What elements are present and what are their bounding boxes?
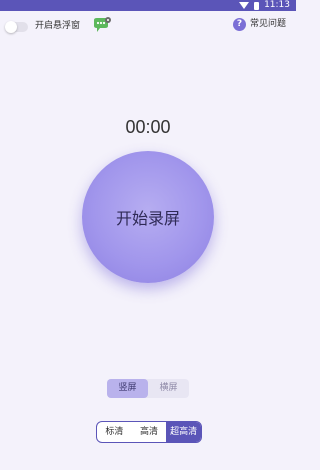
float-window-toggle[interactable]	[5, 21, 28, 33]
faq-link[interactable]: ? 常见问题	[232, 18, 286, 31]
quality-ultra[interactable]: 超高清	[166, 422, 201, 442]
start-recording-button[interactable]: 开始录屏	[82, 151, 214, 283]
quality-high[interactable]: 高清	[132, 422, 167, 442]
status-bar: 11:13	[0, 0, 296, 11]
toggle-knob	[5, 21, 17, 33]
float-window-label: 开启悬浮窗	[35, 21, 81, 31]
orientation-landscape[interactable]: 横屏	[148, 379, 189, 398]
recording-timer: 00:00	[125, 117, 171, 137]
wifi-icon	[239, 2, 250, 9]
status-indicators: 11:13	[239, 0, 290, 11]
question-mark-icon: ?	[232, 18, 246, 31]
faq-label: 常见问题	[249, 19, 286, 29]
battery-icon	[254, 1, 260, 10]
quality-selector: 标清 高清 超高清	[96, 421, 202, 443]
start-recording-label: 开始录屏	[115, 209, 180, 228]
status-time: 11:13	[264, 0, 290, 10]
orientation-portrait[interactable]: 竖屏	[107, 379, 148, 398]
quality-standard[interactable]: 标清	[97, 422, 132, 442]
chat-bubble-icon[interactable]	[92, 17, 112, 35]
orientation-selector: 竖屏 横屏	[107, 379, 189, 398]
